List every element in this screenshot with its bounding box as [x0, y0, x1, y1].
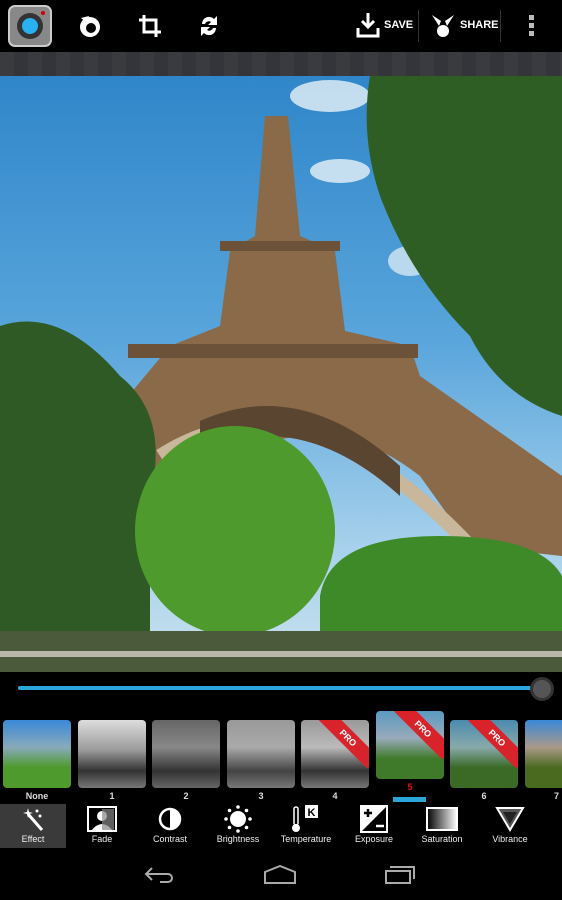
- thermometer-icon: K: [292, 805, 318, 832]
- saturation-icon: [426, 807, 458, 831]
- tool-vibrance[interactable]: Vibrance: [477, 804, 543, 848]
- crop-icon[interactable]: [132, 8, 168, 44]
- brightness-icon: [224, 805, 252, 833]
- tool-contrast[interactable]: Contrast: [137, 804, 203, 848]
- back-icon: [144, 867, 173, 883]
- save-icon: [356, 13, 380, 38]
- pro-badge: PRO: [466, 720, 518, 769]
- filter-label: 2: [183, 791, 189, 801]
- temperature-k-badge: K: [308, 807, 316, 819]
- exposure-icon: [360, 805, 388, 833]
- tool-label: Exposure: [354, 834, 394, 844]
- filter-thumbnail[interactable]: PRO: [450, 720, 518, 788]
- top-toolbar: SAVE SHARE: [0, 0, 562, 52]
- share-icon: [432, 15, 454, 37]
- filter-thumbnail[interactable]: [3, 720, 71, 788]
- tool-label: Saturation: [421, 834, 463, 844]
- intensity-slider[interactable]: [18, 686, 542, 690]
- save-label: SAVE: [384, 19, 414, 31]
- pro-badge: PRO: [392, 711, 444, 760]
- recents-icon: [385, 866, 415, 884]
- home-icon: [264, 865, 296, 884]
- home-button[interactable]: [260, 860, 300, 890]
- rotate-icon[interactable]: [72, 8, 108, 44]
- filter-label: 1: [109, 791, 115, 801]
- back-button[interactable]: [140, 860, 180, 890]
- tool-label: Vibrance: [492, 834, 528, 844]
- tool-effect[interactable]: Effect: [0, 804, 66, 848]
- tool-fade[interactable]: Fade: [69, 804, 135, 848]
- filter-thumbnail[interactable]: [152, 720, 220, 788]
- app-logo-icon[interactable]: [4, 3, 56, 49]
- filter-thumbnail-selected[interactable]: PRO: [376, 711, 444, 779]
- filter-thumbnail[interactable]: [525, 720, 562, 788]
- selected-indicator: [393, 797, 426, 802]
- overflow-menu-icon[interactable]: [514, 8, 550, 44]
- header-texture: [0, 52, 562, 76]
- tool-label: Contrast: [152, 834, 187, 844]
- tool-exposure[interactable]: Exposure: [341, 804, 407, 848]
- tool-brightness[interactable]: Brightness: [205, 804, 271, 848]
- filter-label: 3: [258, 791, 264, 801]
- vibrance-icon: [495, 807, 525, 832]
- filter-thumbnail[interactable]: [78, 720, 146, 788]
- contrast-icon: [158, 807, 182, 831]
- tool-label: Brightness: [216, 834, 260, 844]
- photo-canvas[interactable]: [0, 76, 562, 672]
- recents-button[interactable]: [380, 860, 420, 890]
- save-button[interactable]: SAVE: [356, 12, 413, 38]
- filter-label: 4: [332, 791, 338, 801]
- tool-saturation[interactable]: Saturation: [409, 804, 475, 848]
- filter-label: None: [25, 791, 49, 801]
- tool-label: Effect: [21, 834, 45, 844]
- filter-thumbnail[interactable]: PRO: [301, 720, 369, 788]
- divider: [418, 10, 419, 42]
- slider-handle[interactable]: [530, 677, 554, 701]
- filter-thumbnail[interactable]: [227, 720, 295, 788]
- share-button[interactable]: SHARE: [430, 12, 499, 38]
- share-label: SHARE: [460, 19, 499, 31]
- tool-temperature[interactable]: K Temperature: [273, 804, 339, 848]
- flip-icon[interactable]: [191, 8, 227, 44]
- divider: [500, 10, 501, 42]
- filter-label: 6: [481, 791, 487, 801]
- tool-label: Fade: [91, 834, 113, 844]
- pro-badge: PRO: [317, 720, 369, 769]
- filter-label: 7: [553, 791, 559, 801]
- magic-wand-icon: [23, 808, 44, 831]
- tool-label: Temperature: [280, 834, 332, 844]
- fade-icon: [87, 806, 117, 832]
- filter-label: 5: [407, 782, 413, 792]
